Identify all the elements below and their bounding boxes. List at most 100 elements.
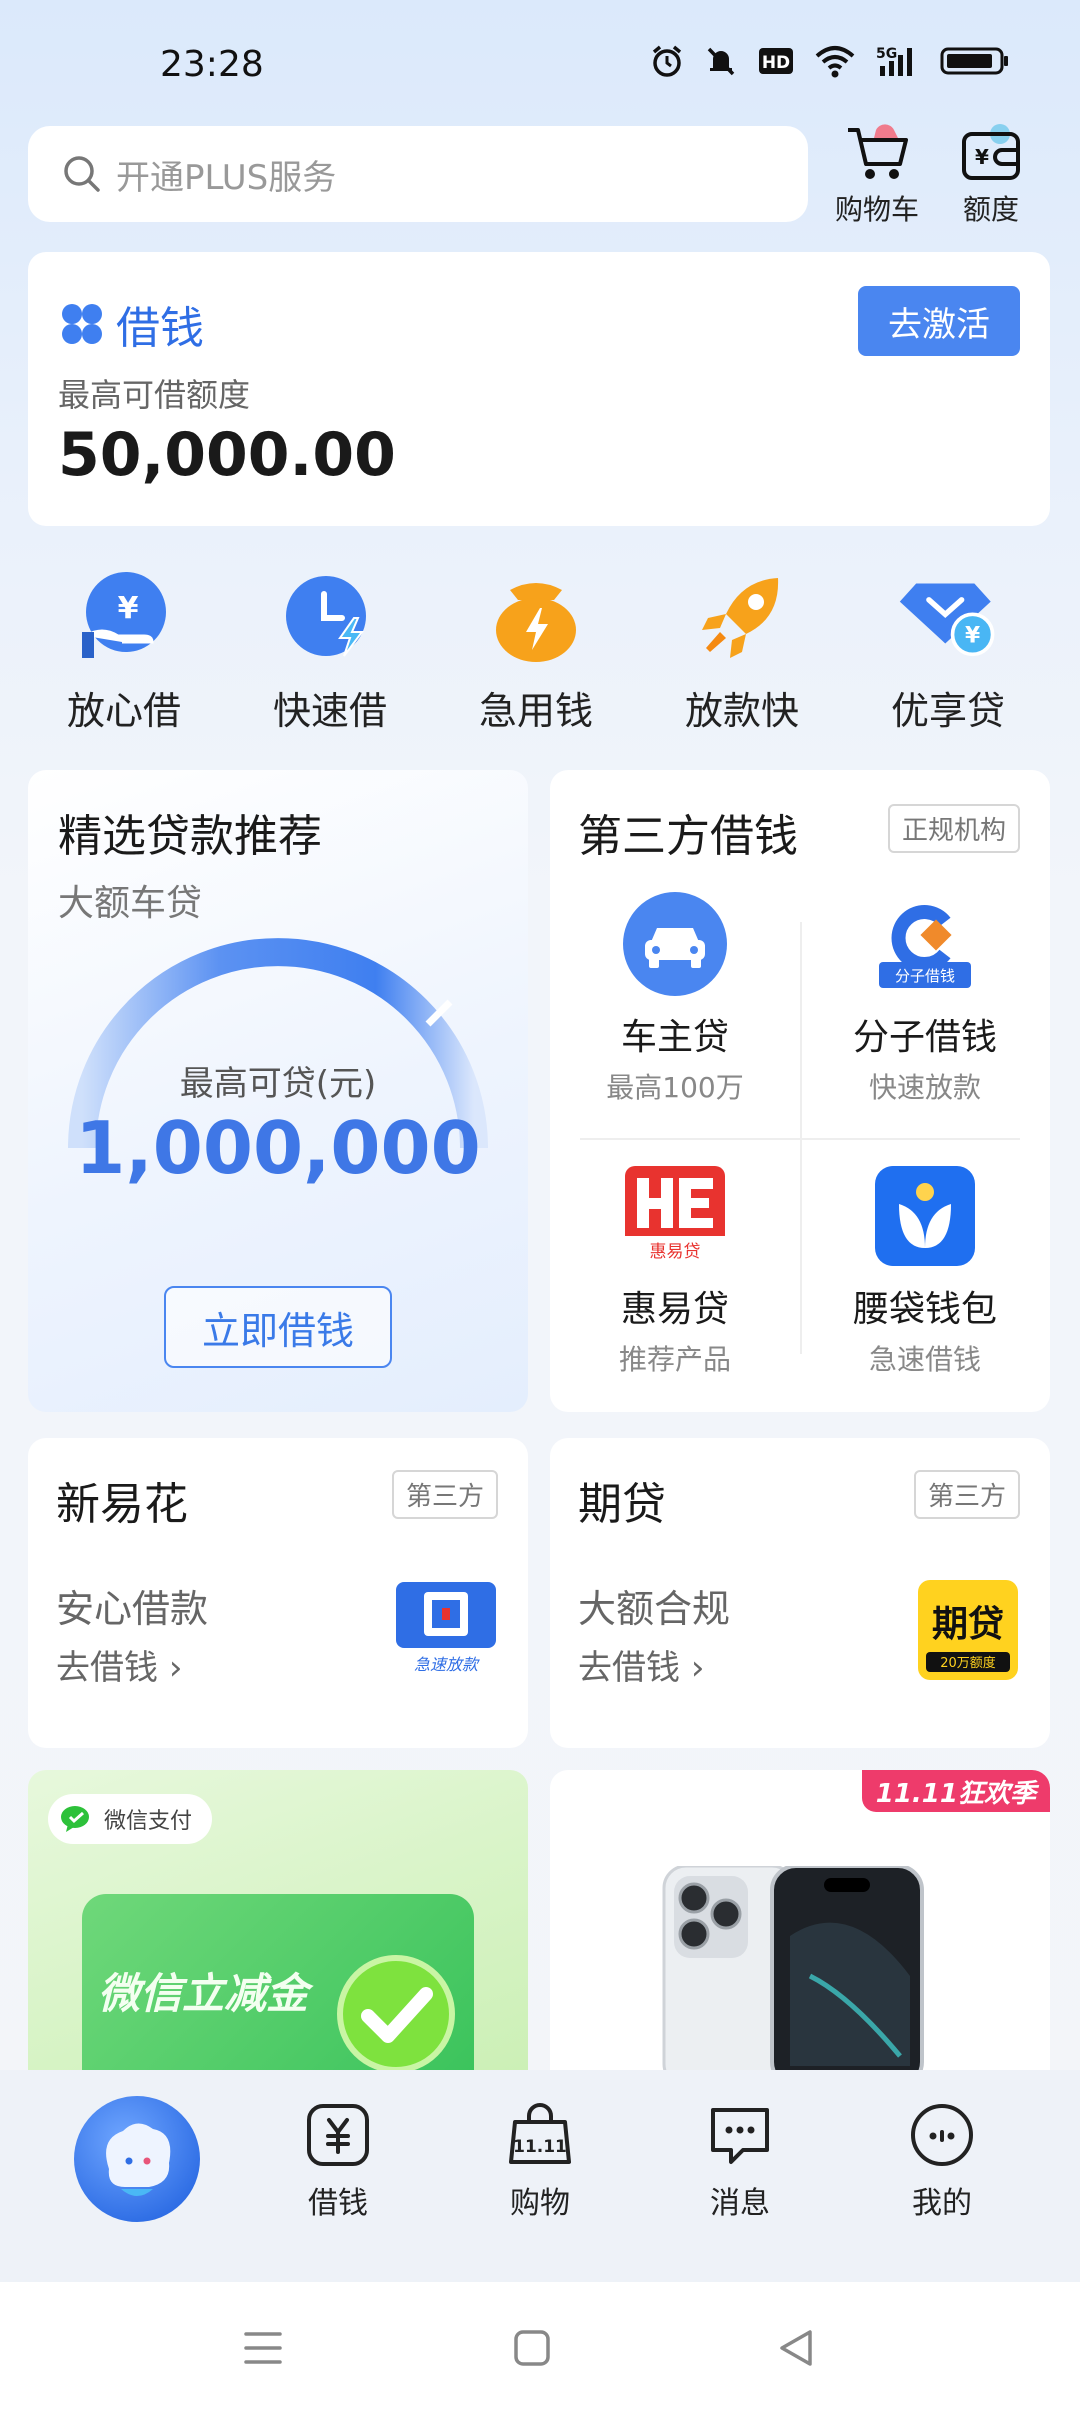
quick-action-fast-borrow[interactable]: 快速借 [240,568,420,735]
svg-text:HD: HD [762,53,790,73]
item-desc: 快速放款 [868,1071,981,1104]
go-borrow-label: 去借钱 [578,1648,680,1688]
chevron-right-icon: › [168,1648,183,1688]
svg-text:11.11: 11.11 [513,2137,567,2157]
item-name: 惠易贷 [620,1289,729,1330]
check-circle-icon [337,1955,455,2070]
quick-action-fast-release[interactable]: 放款快 [652,568,832,735]
yaodai-logo-icon [873,1164,977,1268]
third-party-item-yaodai-wallet[interactable]: 腰袋钱包 急速借钱 [800,1164,1050,1378]
shopping-bag-icon: 11.11 [509,2103,571,2164]
loan-recommend-card[interactable]: 精选贷款推荐 大额车贷 最高可贷(元) 1,000,000 立即借钱 [28,770,528,1412]
cart-icon [848,124,908,179]
activate-button[interactable]: 去激活 [858,286,1020,356]
qidai-logo-text: 期贷 [932,1604,1004,1645]
status-icons: HD 5G [650,44,1010,78]
search-icon [64,156,100,192]
quick-action-preferred-loan[interactable]: ¥ 优享贷 [858,568,1038,735]
nav-profile[interactable]: 我的 [872,2100,1012,2222]
quick-action-label: 优享贷 [890,689,1005,733]
item-desc: 急速借钱 [868,1343,981,1376]
item-desc: 最高100万 [606,1071,744,1104]
dots-circle-icon [911,2104,973,2166]
search-placeholder: 开通PLUS服务 [116,157,337,198]
wechat-icon [61,1806,89,1832]
wallet-icon: ¥ [962,124,1020,180]
chevron-right-icon: › [690,1648,705,1688]
max-loan-value: 1,000,000 [75,1106,481,1190]
quick-action-label: 放款快 [684,689,799,733]
status-time: 23:28 [160,44,264,85]
cart-button[interactable]: 购物车 [822,124,932,228]
hd-icon: HD [759,48,793,74]
home-icon[interactable] [512,2328,552,2368]
divider [580,1138,1020,1140]
quick-action-urgent-money[interactable]: 急用钱 [446,568,626,735]
wechat-pay-label: 微信支付 [104,1809,193,1834]
loan-card[interactable]: 借钱 去激活 最高可借额度 50,000.00 [28,252,1050,526]
quick-action-label: 快速借 [272,689,387,733]
huiyidai-logo-icon: 惠易贷 [623,1164,727,1268]
xinyihua-card[interactable]: 新易花 第三方 安心借款 去借钱 › 急速放款 [28,1438,528,1748]
quota-label: 额度 [962,193,1019,226]
recommend-title: 精选贷款推荐 [58,811,322,862]
rocket-icon [692,568,792,668]
assistant-avatar[interactable] [74,2096,200,2222]
battery-icon [940,47,1008,75]
xinyihua-logo-icon: 急速放款 [396,1582,496,1674]
item-name: 分子借钱 [852,1017,997,1058]
item-desc: 推荐产品 [618,1343,731,1376]
svg-text:¥: ¥ [118,591,139,626]
back-icon[interactable] [776,2328,816,2368]
svg-text:¥: ¥ [975,145,989,169]
nav-shopping[interactable]: 11.11 购物 [470,2100,610,2222]
alarm-icon [652,45,682,77]
xinyihua-logo-text: 急速放款 [414,1655,480,1674]
search-bar[interactable]: 开通PLUS服务 [28,126,808,222]
diamond-yuan-icon: ¥ [898,568,998,668]
promo-green-panel: 微信立减金 [82,1894,474,2070]
clover-icon [62,304,102,344]
go-borrow-label: 去借钱 [56,1648,158,1688]
third-party-title: 第三方借钱 [578,811,798,862]
borrow-now-button[interactable]: 立即借钱 [164,1286,392,1368]
nav-label: 消息 [710,2186,770,2221]
phone-product-image [662,1866,924,2070]
third-party-item-huiyidai[interactable]: 惠易贷 惠易贷 推荐产品 [550,1164,800,1378]
qidai-card[interactable]: 期贷 第三方 大额合规 去借钱 › 期贷 20万额度 [550,1438,1050,1748]
quick-action-label: 急用钱 [478,689,593,733]
fenzi-logo-text: 分子借钱 [895,967,955,985]
limit-amount: 50,000.00 [58,420,396,490]
promo-green-text: 微信立减金 [98,1969,309,2018]
wifi-icon [815,46,855,78]
card-title: 期贷 [578,1479,666,1530]
go-borrow-link[interactable]: 去借钱 › [56,1640,182,1689]
max-loan-label: 最高可贷(元) [179,1064,377,1104]
official-tag: 正规机构 [887,804,1020,853]
bottom-nav: 借钱 11.11 购物 消息 我的 [0,2070,1080,2282]
card-title: 新易花 [56,1479,188,1530]
menu-icon[interactable] [242,2328,284,2368]
cart-label: 购物车 [834,193,919,226]
wechat-pay-badge: 微信支付 [48,1794,213,1844]
money-bag-icon [486,568,586,668]
loan-title: 借钱 [58,292,204,356]
clock-bolt-icon [280,568,380,668]
nav-borrow[interactable]: 借钱 [268,2100,408,2222]
loan-title-text: 借钱 [116,303,204,354]
quick-action-label: 放心借 [66,689,181,733]
recommend-subtitle: 大额车贷 [58,883,203,924]
phone-promo-card[interactable]: 11.11狂欢季 [550,1770,1050,2070]
qidai-logo-icon: 期贷 20万额度 [918,1580,1018,1680]
third-party-tag: 第三方 [913,1470,1020,1519]
nav-messages[interactable]: 消息 [670,2100,810,2222]
car-icon [623,892,727,996]
nav-label: 购物 [510,2186,570,2221]
third-party-item-car-loan[interactable]: 车主贷 最高100万 [550,892,800,1106]
go-borrow-link[interactable]: 去借钱 › [578,1640,704,1689]
quota-button[interactable]: ¥ 额度 [936,124,1046,228]
quick-action-safe-borrow[interactable]: ¥ 放心借 [34,568,214,735]
third-party-item-fenzi[interactable]: 分子借钱 分子借钱 快速放款 [800,892,1050,1106]
wechat-promo-card[interactable]: 微信支付 微信立减金 [28,1770,528,2070]
nav-label: 借钱 [308,2186,368,2221]
